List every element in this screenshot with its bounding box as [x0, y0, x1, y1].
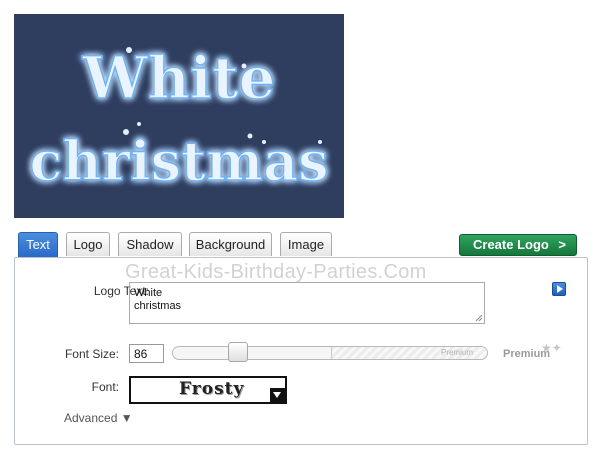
font-size-slider[interactable]: Premium — [172, 346, 488, 360]
advanced-toggle[interactable]: Advanced ▼ — [64, 411, 133, 425]
slider-thumb[interactable] — [228, 342, 248, 362]
play-help-icon[interactable] — [552, 282, 566, 296]
tab-shadow[interactable]: Shadow — [118, 232, 182, 256]
preview-line2: christmas — [30, 129, 329, 193]
font-size-label: Font Size: — [64, 347, 119, 361]
tab-background[interactable]: Background — [189, 232, 272, 256]
premium-zone: Premium — [331, 347, 487, 359]
logo-preview: White christmas — [14, 14, 344, 218]
tab-text[interactable]: Text — [18, 232, 58, 257]
tab-logo[interactable]: Logo — [66, 232, 110, 256]
logo-preview-graphic: White christmas — [29, 43, 329, 194]
font-select[interactable]: Frosty — [129, 376, 287, 404]
arrow-right-icon: > — [558, 237, 566, 252]
create-logo-label: Create Logo — [473, 237, 549, 252]
tab-image[interactable]: Image — [280, 232, 332, 256]
premium-zone-label: Premium — [440, 348, 473, 357]
logo-text-input[interactable]: White christmas — [129, 282, 485, 324]
font-preview: Frosty — [179, 379, 245, 399]
font-label: Font: — [91, 380, 119, 394]
font-size-input[interactable]: 86 — [129, 344, 164, 363]
dropdown-arrow-icon[interactable] — [270, 388, 285, 402]
create-logo-button[interactable]: Create Logo > — [459, 234, 577, 256]
preview-line1: White — [81, 44, 275, 112]
text-settings-panel: Great-Kids-Birthday-Parties.Com Logo Tex… — [14, 257, 588, 445]
stars-icon: ★✦ — [541, 341, 562, 355]
resize-grip-icon[interactable] — [475, 314, 483, 322]
watermark: Great-Kids-Birthday-Parties.Com — [125, 261, 427, 283]
